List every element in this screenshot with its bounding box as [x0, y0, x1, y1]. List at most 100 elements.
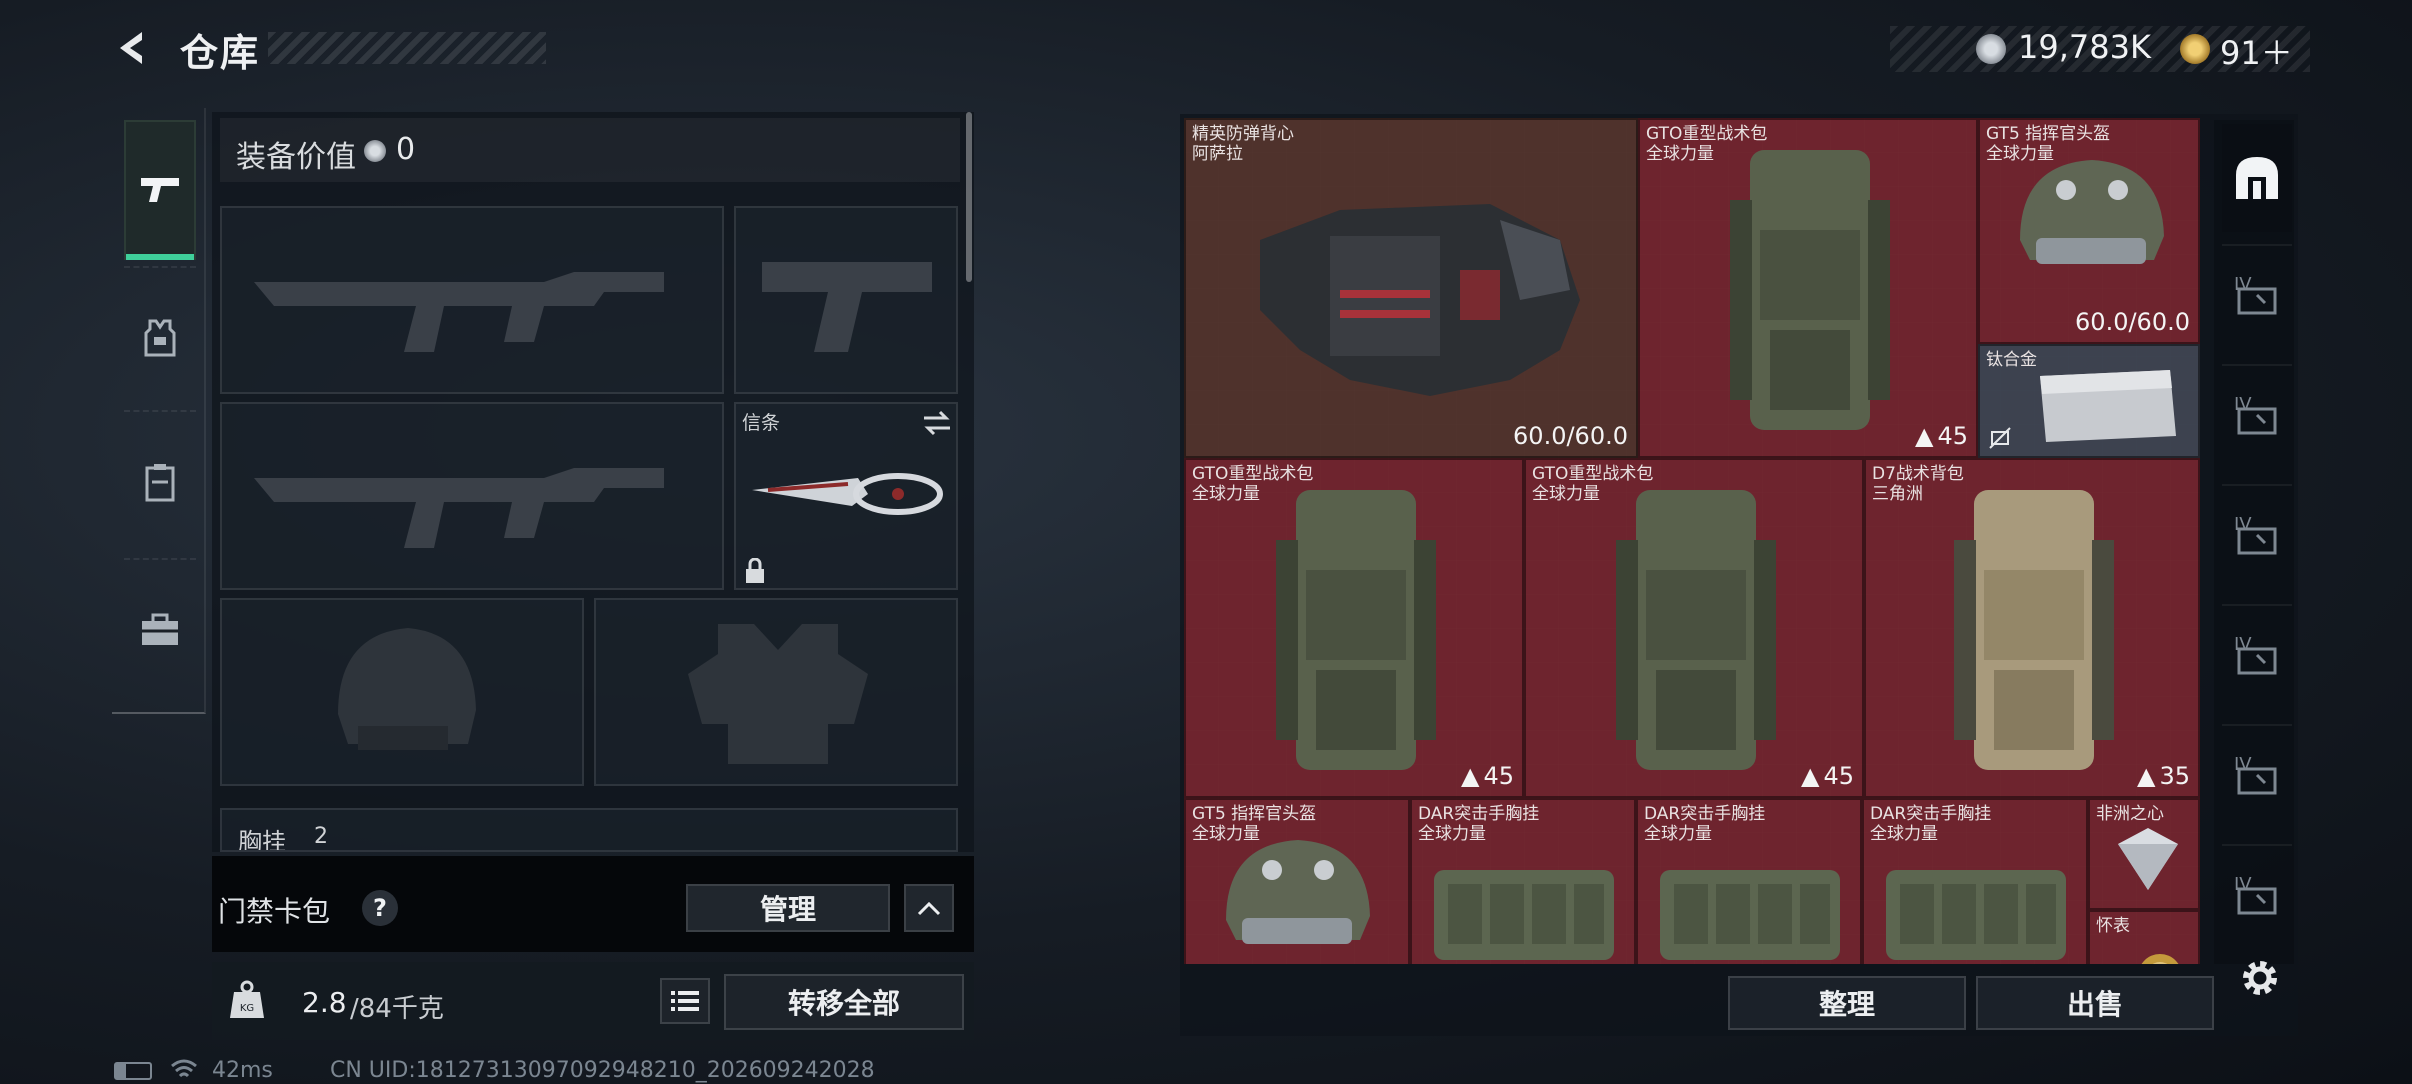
- armor-silhouette-icon: [688, 624, 868, 764]
- item-subtitle: 全球力量: [1418, 824, 1486, 844]
- stash-tab-6[interactable]: IV: [2222, 844, 2292, 952]
- chest-rig-icon: [1886, 870, 2066, 960]
- chest-rig-count: 2: [314, 824, 328, 849]
- back-arrow-icon[interactable]: [112, 28, 152, 68]
- transfer-all-button[interactable]: 转移全部: [724, 974, 964, 1030]
- backpack-icon: [1954, 490, 2114, 770]
- toolbox-icon: [142, 613, 178, 645]
- swap-icon[interactable]: [922, 410, 952, 436]
- stash-item[interactable]: D7战术背包 三角洲 ▲ 35: [1864, 458, 2200, 798]
- stash-item[interactable]: 非洲之心: [2088, 798, 2200, 910]
- uid-text: CN UID:1812731309709294821​0_20260924202…: [330, 1058, 875, 1083]
- capacity-badge: ▲ 45: [1915, 422, 1968, 450]
- stash-tab-5[interactable]: IV: [2222, 724, 2292, 832]
- page-title: 仓库: [180, 31, 261, 75]
- loadout-scrollbar[interactable]: [966, 112, 972, 282]
- list-icon: [671, 991, 699, 1011]
- knife-icon: [752, 473, 943, 515]
- stash-item[interactable]: DAR突击手胸挂 全球力量: [1862, 798, 2088, 964]
- stash-tab-label: IV: [2234, 754, 2252, 775]
- list-view-button[interactable]: [660, 978, 710, 1024]
- item-subtitle: 全球力量: [1644, 824, 1712, 844]
- no-trade-icon: [1989, 427, 2011, 449]
- chest-rig-label: 胸挂: [238, 828, 286, 852]
- tab-rig[interactable]: [124, 412, 196, 552]
- rifle-silhouette-icon: [254, 468, 664, 548]
- capacity-value: 45: [1937, 422, 1968, 450]
- durability-value: 60.0/60.0: [1513, 422, 1628, 450]
- stash-tab-1[interactable]: IV: [2222, 244, 2292, 352]
- backpack-capacity-icon: ▲: [2136, 762, 2156, 790]
- backpack-capacity-icon: ▲: [1800, 762, 1820, 790]
- lock-icon: [746, 558, 764, 583]
- chest-rig-icon: [1434, 870, 1614, 960]
- stash-tab-label: IV: [2234, 874, 2252, 895]
- diamond-icon: [2118, 828, 2178, 890]
- capacity-value: 45: [1483, 762, 1514, 790]
- item-subtitle: 阿萨拉: [1192, 144, 1243, 164]
- stash-item[interactable]: 怀表: [2088, 910, 2200, 964]
- gold-currency-value[interactable]: 91＋: [2220, 28, 2293, 74]
- melee-slot-label: 信条: [742, 412, 781, 434]
- title-decoration: [268, 32, 546, 64]
- rig-icon: [145, 464, 175, 502]
- organize-button[interactable]: 整理: [1728, 976, 1966, 1030]
- secondary-weapon-slot[interactable]: [220, 402, 724, 590]
- backpack-icon: [1616, 490, 1776, 770]
- silver-coin-icon: [364, 140, 386, 162]
- stash-tab-3[interactable]: IV: [2222, 484, 2292, 592]
- item-name: D7战术背包: [1872, 464, 1964, 484]
- stash-item[interactable]: GTO重型战术包 全球力量 ▲ 45: [1638, 118, 1978, 458]
- stash-item[interactable]: 精英防弹背心 阿萨拉 60.0/60.0: [1184, 118, 1638, 458]
- armor-slot[interactable]: [594, 598, 958, 786]
- metal-plate-icon: [2040, 370, 2176, 442]
- item-name: GT5 指挥官头盔: [1986, 124, 2111, 144]
- stash-item[interactable]: 钛合金: [1978, 344, 2200, 458]
- stash-tab-main[interactable]: [2222, 124, 2292, 232]
- item-name: GT5 指挥官头盔: [1192, 804, 1317, 824]
- pistol-icon: [141, 178, 179, 202]
- stash-item[interactable]: GT5 指挥官头盔 全球力量 60.0/60.0: [1978, 118, 2200, 344]
- stash-item[interactable]: DAR突击手胸挂 全球力量: [1410, 798, 1636, 964]
- capacity-value: 45: [1823, 762, 1854, 790]
- chest-rig-icon: [1660, 870, 1840, 960]
- stash-tab-label: IV: [2234, 634, 2252, 655]
- weight-current: 2.8: [302, 986, 347, 1019]
- item-subtitle: 三角洲: [1872, 484, 1923, 504]
- manage-button[interactable]: 管理: [686, 884, 890, 932]
- pocket-watch-icon: [2141, 954, 2179, 964]
- helmet-slot[interactable]: [220, 598, 584, 786]
- stash-tab-4[interactable]: IV: [2222, 604, 2292, 712]
- expand-button[interactable]: [904, 884, 954, 932]
- equipment-value-amount: 0: [396, 132, 416, 167]
- ping-text: 42ms: [212, 1058, 273, 1083]
- item-name: 精英防弹背心: [1192, 124, 1294, 144]
- help-icon[interactable]: ?: [362, 890, 398, 926]
- stash-item[interactable]: GTO重型战术包 全球力量 ▲ 45: [1524, 458, 1864, 798]
- stash-grid: 精英防弹背心 阿萨拉 60.0/60.0 GTO重型战术包 全球力量 ▲ 45 GT5…: [1184, 118, 2200, 964]
- capacity-badge: ▲ 35: [2137, 762, 2190, 790]
- stash-tab-2[interactable]: IV: [2222, 364, 2292, 472]
- gear-icon[interactable]: [2236, 954, 2284, 1002]
- chest-rig-slot[interactable]: 胸挂 2: [220, 808, 958, 852]
- primary-weapon-slot[interactable]: [220, 206, 724, 394]
- item-subtitle: 全球力量: [1870, 824, 1938, 844]
- item-subtitle: 全球力量: [1532, 484, 1600, 504]
- tab-armor[interactable]: [124, 268, 196, 408]
- tab-toolbox[interactable]: [124, 560, 196, 700]
- melee-slot[interactable]: 信条: [734, 402, 958, 590]
- sidearm-slot[interactable]: [734, 206, 958, 394]
- stash-item[interactable]: GT5 指挥官头盔 全球力量: [1184, 798, 1410, 964]
- weight-max: /84千克: [350, 994, 444, 1024]
- stash-item[interactable]: DAR突击手胸挂 全球力量: [1636, 798, 1862, 964]
- silver-currency-value: 19,783K: [2018, 28, 2151, 66]
- vest-icon: [144, 319, 176, 357]
- backpack-icon: [1730, 150, 1890, 430]
- sell-button[interactable]: 出售: [1976, 976, 2214, 1030]
- wifi-icon: [171, 1059, 197, 1078]
- rifle-silhouette-icon: [254, 272, 664, 352]
- tab-weapons[interactable]: [124, 120, 196, 260]
- item-name: DAR突击手胸挂: [1870, 804, 1992, 824]
- item-name: 怀表: [2096, 916, 2130, 936]
- stash-item[interactable]: GTO重型战术包 全球力量 ▲ 45: [1184, 458, 1524, 798]
